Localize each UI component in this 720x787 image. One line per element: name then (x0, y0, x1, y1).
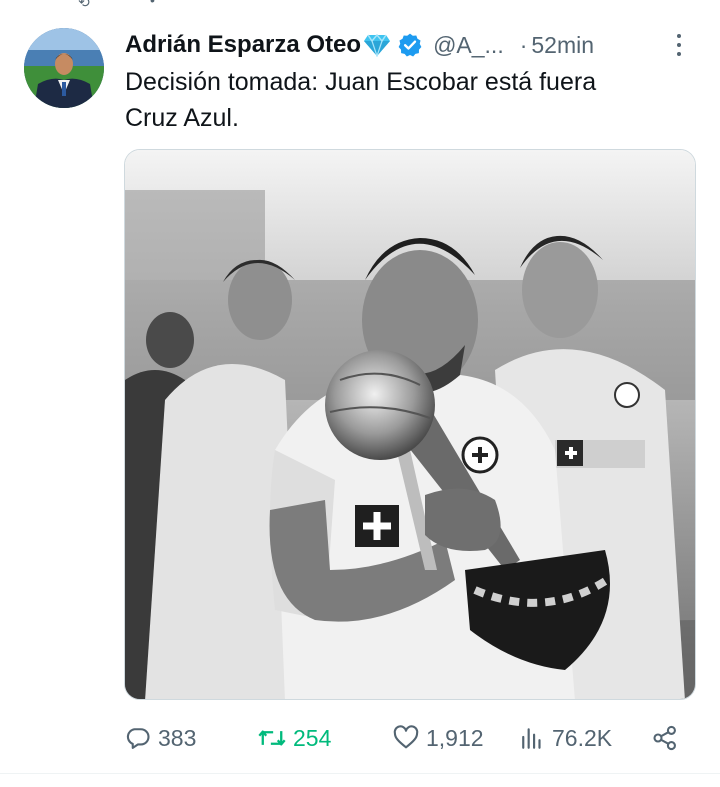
avatar-image (24, 28, 104, 108)
heart-icon (393, 725, 419, 749)
verified-badge-icon[interactable] (397, 32, 423, 58)
tweet-timestamp[interactable]: 52min (531, 32, 594, 59)
views-button[interactable]: 76.2K (520, 716, 612, 760)
tweet-header: Adrián Esparza Oteo @A_... · 52min (125, 28, 594, 62)
tweet-actions: 383 254 1,912 76.2K (124, 716, 696, 760)
retweet-icon (258, 730, 286, 746)
retweet-context-icon: ⟲ (78, 0, 90, 10)
retweet-count: 254 (293, 724, 332, 751)
reply-button[interactable]: 383 (124, 716, 196, 760)
reply-count: 383 (158, 724, 197, 751)
tweet-text-line: Cruz Azul. (125, 104, 239, 132)
avatar[interactable] (24, 28, 104, 108)
views-chart-icon (522, 728, 541, 749)
author-handle[interactable]: @A_... (433, 32, 504, 59)
share-icon (653, 725, 676, 751)
tweet-divider (0, 773, 720, 774)
tweet-media-photo[interactable] (124, 149, 696, 700)
like-count: 1,912 (426, 724, 484, 751)
previous-tweet-fragment: ⟲ • (0, 0, 720, 10)
reply-icon (126, 728, 150, 749)
tweet-text-line: Decisión tomada: Juan Escobar está fuera (125, 68, 597, 96)
like-button[interactable]: 1,912 (392, 716, 484, 760)
more-vertical-icon[interactable] (668, 30, 690, 60)
views-count: 76.2K (552, 724, 613, 751)
retweet-button[interactable]: 254 (257, 716, 331, 760)
share-button[interactable] (651, 716, 679, 760)
player-trophy-photo (125, 150, 695, 699)
tweet-text: Decisión tomada: Juan Escobar está fuera… (125, 64, 685, 136)
author-name[interactable]: Adrián Esparza Oteo (125, 31, 361, 59)
context-dot-icon: • (150, 0, 155, 8)
header-separator: · (519, 31, 528, 58)
diamond-emoji-icon (363, 33, 391, 57)
